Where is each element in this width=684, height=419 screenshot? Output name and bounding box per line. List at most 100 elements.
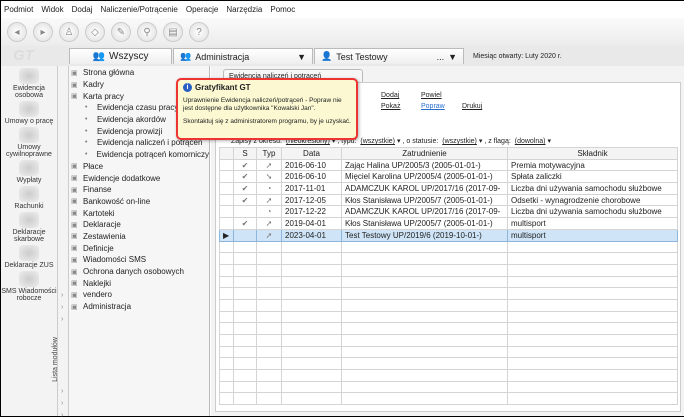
module-icon: ▣ (71, 303, 78, 311)
menu-item[interactable]: Dodaj (72, 5, 93, 14)
module-shortcut[interactable]: Wypłaty (1, 160, 57, 184)
tree-item[interactable]: ▣ Administracja (69, 301, 209, 313)
table-row[interactable]: ✔ ➘ 2016-06-10 Mięciel Karolina UP/2005/4 (… (219, 170, 678, 184)
table-row[interactable]: ✔ ◔ 2017-11-01 ADAMCZUK KAROL UP/2017/16 (2… (219, 182, 678, 195)
print-link[interactable]: Drukuj (462, 103, 482, 110)
empty-cell (281, 357, 342, 371)
type-icon: ➘ (256, 170, 282, 184)
menu-item[interactable]: Naliczenie/Potrącenie (101, 5, 178, 14)
module-shortcut[interactable]: Deklaracje skarbowe (1, 212, 57, 243)
print-icon[interactable]: ▤ (163, 22, 183, 42)
column-header-zatrudnienie[interactable]: Zatrudnienie (341, 147, 508, 160)
empty-cell (281, 240, 342, 254)
module-shortcut[interactable]: Umowy o pracę (1, 101, 57, 125)
type-icon: ◔ (256, 182, 282, 195)
empty-cell (507, 345, 678, 359)
chevron-right-icon[interactable]: › (61, 316, 63, 323)
module-shortcut[interactable]: Rachunki (1, 186, 57, 210)
tree-item[interactable]: ▣ Bankowość on-line (69, 196, 209, 208)
tree-item[interactable]: ▣ Płace (69, 161, 209, 173)
edit-link[interactable]: Popraw (421, 103, 445, 110)
table-row[interactable]: ✔ ➚ 2017-12-05 Kłos Stanisława UP/2005/7 (2… (219, 193, 678, 207)
user-icon[interactable]: ♙ (59, 22, 79, 42)
column-header-s[interactable]: S (233, 147, 257, 160)
module-shortcut[interactable]: SMS Wiadomości robocze (1, 271, 57, 302)
module-icon: ▣ (71, 233, 78, 241)
chevron-right-icon[interactable]: › (61, 412, 63, 419)
forward-icon[interactable]: ▸ (33, 22, 53, 42)
employment-cell: ADAMCZUK KAROL UP/2017/16 (2017-09- (341, 182, 508, 195)
column-header-data[interactable]: Data (281, 147, 342, 160)
add-link[interactable]: Dodaj (381, 92, 399, 99)
module-shortcut[interactable]: Ewidencja osobowa (1, 68, 57, 99)
tree-item[interactable]: ▣ Ochrona danych osobowych (69, 266, 209, 278)
flag-filter[interactable]: (dowolna) (515, 138, 546, 145)
tag-icon[interactable]: ◇ (85, 22, 105, 42)
show-link[interactable]: Pokaż (381, 103, 400, 110)
tools-icon[interactable]: ✎ (111, 22, 131, 42)
tree-item[interactable]: ▣ Definicje (69, 242, 209, 254)
chevron-right-icon[interactable]: › (61, 292, 63, 299)
module-icon: ▣ (71, 291, 78, 299)
group-select[interactable]: 👥 Administracja ▼ (173, 48, 313, 64)
module-list-strip[interactable]: › › › Lista modułów › › › (52, 66, 69, 419)
table-row[interactable]: ◔ 2017-12-22 ADAMCZUK KAROL UP/2017/16 (20… (219, 205, 678, 219)
menu-item[interactable]: Widok (41, 5, 63, 14)
tree-item[interactable]: ▣ Strona główna (69, 67, 209, 79)
chevron-right-icon[interactable]: › (61, 304, 63, 311)
module-shortcut[interactable]: Umowy cywilnoprawne (1, 127, 57, 158)
empty-cell (281, 322, 342, 335)
tree-item[interactable]: • Ewidencja potrąceń komorniczy (69, 149, 209, 161)
tree-item[interactable]: ▣ Finanse (69, 184, 209, 196)
table-row[interactable]: ▶ ➚ 2023-04-01 Test Testowy UP/2019/6 (2019… (219, 228, 678, 242)
status-icon: ✔ (233, 217, 257, 230)
empty-cell (507, 275, 678, 289)
empty-cell (281, 252, 342, 265)
search-icon[interactable]: ⚲ (137, 22, 157, 42)
module-strip-label: Lista modułów (51, 337, 59, 382)
tree-item[interactable]: ▣ Deklaracje (69, 219, 209, 231)
tree-item[interactable]: ▣ Wiadomości SMS (69, 254, 209, 266)
tree-item[interactable]: ▣ Zestawienia (69, 231, 209, 243)
copy-link[interactable]: Powiel (421, 92, 442, 99)
empty-cell (341, 287, 508, 300)
menu-item[interactable]: Podmiot (4, 5, 33, 14)
column-header-typ[interactable]: Typ (256, 147, 282, 160)
empty-cell (507, 392, 678, 406)
tree-item[interactable]: ▣ Kartoteki (69, 207, 209, 219)
empty-cell (233, 357, 257, 371)
empty-cell (233, 298, 257, 312)
empty-cell (256, 310, 282, 324)
menu-item[interactable]: Operacje (186, 5, 218, 14)
back-icon[interactable]: ◂ (7, 22, 27, 42)
column-header-skladnik[interactable]: Składnik (507, 147, 678, 160)
date-cell: 2016-06-10 (281, 170, 342, 184)
date-cell: 2016-06-10 (281, 158, 342, 172)
tree-item[interactable]: ▣ vendero (69, 289, 209, 301)
empty-cell (341, 380, 508, 394)
status-icon: ✔ (233, 158, 257, 172)
status-filter[interactable]: (wszystkie) (442, 138, 477, 145)
type-filter[interactable]: (wszystkie) (360, 138, 395, 145)
type-icon: ➚ (256, 228, 282, 242)
help-icon[interactable]: ? (189, 22, 209, 42)
tab-all[interactable]: 👥 Wszyscy (69, 48, 172, 64)
tree-item[interactable]: ▣ Ewidencje dodatkowe (69, 172, 209, 184)
empty-row (219, 252, 678, 265)
module-shortcut[interactable]: Deklaracje ZUS (1, 245, 57, 269)
table-row[interactable]: ✔ ➚ 2016-06-10 Zając Halina UP/2005/3 (2005… (219, 158, 678, 172)
type-icon: ➚ (256, 217, 282, 230)
component-cell: Liczba dni używania samochodu służbowe (507, 205, 678, 219)
employee-select[interactable]: 👤 Test Testowy... ▼ (314, 48, 464, 64)
menu-item[interactable]: Pomoc (270, 5, 295, 14)
chevron-right-icon[interactable]: › (61, 400, 63, 407)
menu-bar: Podmiot Widok Dodaj Naliczenie/Potrącenie Op… (1, 1, 684, 18)
empty-cell (341, 357, 508, 371)
chevron-right-icon[interactable]: › (61, 388, 63, 395)
employment-cell: Kłos Stanisława UP/2005/7 (2005-01-01-) (341, 217, 508, 230)
entries-table: S Typ Data Zatrudnienie Składnik ✔ ➚ 2016-… (219, 147, 678, 406)
table-row[interactable]: ✔ ➚ 2019-04-01 Kłos Stanisława UP/2005/7 (2… (219, 217, 678, 230)
menu-item[interactable]: Narzędzia (226, 5, 262, 14)
tree-item[interactable]: ▣ Naklejki (69, 277, 209, 289)
empty-row (219, 369, 678, 382)
